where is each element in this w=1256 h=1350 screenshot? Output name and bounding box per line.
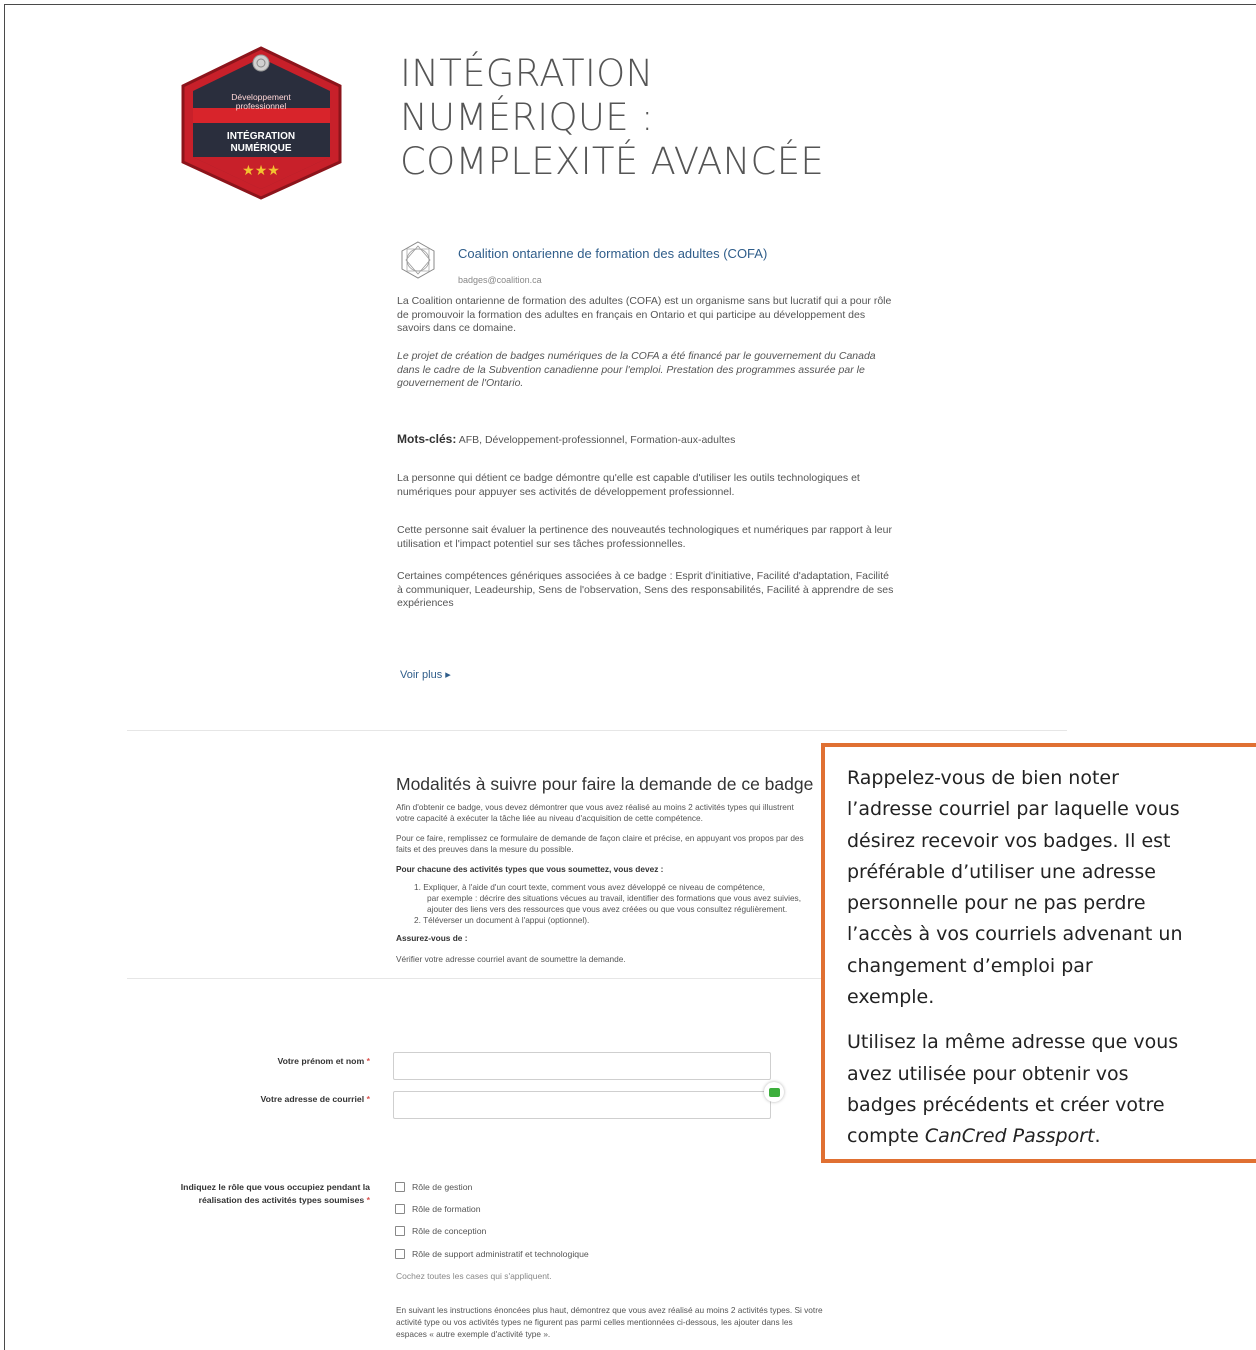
modalites-text: votre capacité à exécuter la tâche liée … bbox=[396, 813, 703, 823]
list-item: 2. Téléverser un document à l'appui (opt… bbox=[414, 915, 590, 925]
issuer-name-link[interactable]: Coalition ontarienne de formation des ad… bbox=[458, 246, 767, 261]
svg-text:professionnel: professionnel bbox=[236, 101, 287, 111]
criteria-paragraph-1: La personne qui détient ce badge démontr… bbox=[397, 472, 860, 498]
modalites-heading: Modalités à suivre pour faire la demande… bbox=[396, 774, 814, 794]
role-checkbox-support[interactable]: Rôle de support administratif et technol… bbox=[395, 1247, 589, 1261]
modalites-text: Vérifier votre adresse courriel avant de… bbox=[396, 954, 626, 964]
role-field-label: Indiquez le rôle que vous occupiez penda… bbox=[180, 1182, 370, 1192]
badge-main-text: INTÉGRATION bbox=[227, 129, 295, 142]
badge-image: Développement professionnel INTÉGRATION … bbox=[178, 46, 345, 200]
keywords-list: AFB, Développement-professionnel, Format… bbox=[458, 434, 736, 446]
callout-box: Rappelez-vous de bien noter l’adresse co… bbox=[821, 743, 1256, 1163]
name-field-label: Votre prénom et nom * bbox=[277, 1056, 370, 1066]
divider bbox=[127, 978, 827, 979]
divider bbox=[127, 730, 1067, 731]
list-item: par exemple : décrire des situations véc… bbox=[427, 893, 802, 903]
title-line-3: COMPLEXITÉ AVANCÉE bbox=[400, 140, 825, 183]
password-manager-icon[interactable] bbox=[764, 1082, 784, 1102]
voir-plus-link[interactable]: Voir plus ▸ bbox=[400, 668, 451, 681]
name-input[interactable] bbox=[393, 1052, 771, 1080]
callout-last-line: compte CanCred Passport. bbox=[847, 1125, 1101, 1148]
badge-hexagon-graphic: Développement professionnel INTÉGRATION … bbox=[181, 46, 342, 200]
issuer-email: badges@coalition.ca bbox=[458, 275, 542, 285]
checkbox[interactable] bbox=[395, 1182, 405, 1192]
email-input[interactable] bbox=[393, 1091, 771, 1119]
keywords-row: Mots-clés: AFB, Développement-profession… bbox=[397, 432, 735, 446]
instructions-text: En suivant les instructions énoncées plu… bbox=[396, 1305, 823, 1315]
modalites-text: faits et des preuves dans la mesure du p… bbox=[396, 844, 574, 854]
role-field-label-line-2: réalisation des activités types soumises… bbox=[198, 1195, 370, 1205]
title-line-1: INTÉGRATION bbox=[400, 52, 654, 95]
list-item: 1. Expliquer, à l'aide d'un court texte,… bbox=[414, 882, 765, 892]
keywords-label: Mots-clés: bbox=[397, 432, 457, 446]
modalites-bold-heading: Assurez-vous de : bbox=[396, 933, 468, 943]
modalites-text: Pour ce faire, remplissez ce formulaire … bbox=[396, 833, 804, 843]
svg-text:NUMÉRIQUE: NUMÉRIQUE bbox=[230, 141, 291, 154]
modalites-bold-heading: Pour chacune des activités types que vou… bbox=[396, 864, 664, 874]
checkbox[interactable] bbox=[395, 1226, 405, 1236]
checkbox[interactable] bbox=[395, 1204, 405, 1214]
funding-paragraph: Le projet de création de badges numériqu… bbox=[397, 350, 876, 390]
skills-paragraph: Certaines compétences génériques associé… bbox=[397, 570, 894, 610]
role-checkbox-conception[interactable]: Rôle de conception bbox=[395, 1224, 486, 1238]
criteria-paragraph-2: Cette personne sait évaluer la pertinenc… bbox=[397, 524, 892, 550]
description-paragraph: La Coalition ontarienne de formation des… bbox=[397, 295, 892, 335]
roles-hint: Cochez toutes les cases qui s'appliquent… bbox=[396, 1271, 552, 1281]
badge-stars: ★★★ bbox=[242, 163, 280, 179]
instructions-text: activité type ou vos activités types ne … bbox=[396, 1317, 793, 1327]
role-checkbox-formation[interactable]: Rôle de formation bbox=[395, 1202, 481, 1216]
modalites-text: Afin d'obtenir ce badge, vous devez démo… bbox=[396, 802, 794, 812]
checkbox[interactable] bbox=[395, 1249, 405, 1259]
title-line-2: NUMÉRIQUE : bbox=[400, 96, 654, 139]
issuer-logo-icon bbox=[398, 240, 438, 280]
email-field-label: Votre adresse de courriel * bbox=[260, 1094, 370, 1104]
page-title: INTÉGRATION NUMÉRIQUE : COMPLEXITÉ AVANC… bbox=[400, 52, 960, 184]
instructions-text: espaces « autre exemple d'activité type … bbox=[396, 1329, 551, 1339]
role-checkbox-gestion[interactable]: Rôle de gestion bbox=[395, 1180, 472, 1194]
list-item: ajouter des liens vers des ressources qu… bbox=[427, 904, 788, 914]
